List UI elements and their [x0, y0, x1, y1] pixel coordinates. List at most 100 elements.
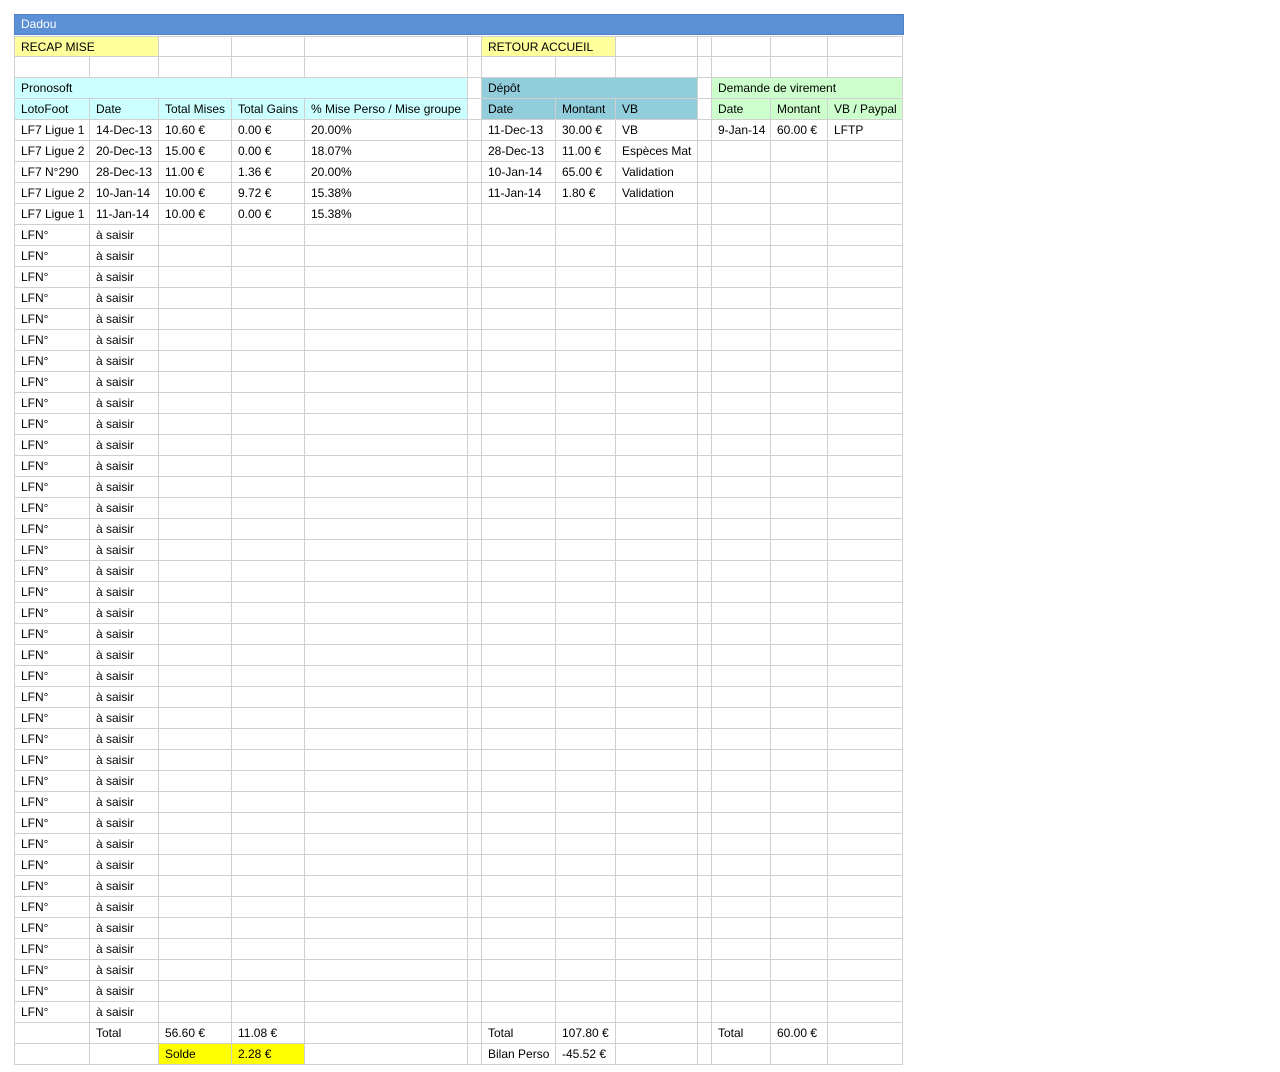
retour-accueil-link[interactable]: RETOUR ACCUEIL	[482, 36, 616, 57]
date-placeholder-cell[interactable]: à saisir	[90, 540, 159, 561]
pronosoft-cell[interactable]: 10-Jan-14	[90, 183, 159, 204]
lotofoot-placeholder-cell[interactable]: LFN°	[14, 309, 90, 330]
date-placeholder-cell[interactable]: à saisir	[90, 687, 159, 708]
lotofoot-placeholder-cell[interactable]: LFN°	[14, 288, 90, 309]
pronosoft-cell[interactable]: LF7 Ligue 1	[14, 204, 90, 225]
lotofoot-placeholder-cell[interactable]: LFN°	[14, 393, 90, 414]
pronosoft-cell[interactable]: 0.00 €	[232, 120, 305, 141]
pronosoft-cell[interactable]: 20.00%	[305, 120, 468, 141]
virement-cell[interactable]: LFTP	[828, 120, 903, 141]
pronosoft-cell[interactable]: 0.00 €	[232, 204, 305, 225]
date-placeholder-cell[interactable]: à saisir	[90, 246, 159, 267]
pronosoft-cell[interactable]: LF7 Ligue 2	[14, 183, 90, 204]
lotofoot-placeholder-cell[interactable]: LFN°	[14, 918, 90, 939]
pronosoft-cell[interactable]: 15.38%	[305, 204, 468, 225]
date-placeholder-cell[interactable]: à saisir	[90, 771, 159, 792]
virement-cell[interactable]: 60.00 €	[771, 120, 828, 141]
pronosoft-cell[interactable]: 18.07%	[305, 141, 468, 162]
depot-cell[interactable]: 11-Dec-13	[482, 120, 556, 141]
date-placeholder-cell[interactable]: à saisir	[90, 960, 159, 981]
date-placeholder-cell[interactable]: à saisir	[90, 666, 159, 687]
lotofoot-placeholder-cell[interactable]: LFN°	[14, 708, 90, 729]
depot-cell[interactable]: 28-Dec-13	[482, 141, 556, 162]
pronosoft-cell[interactable]: 1.36 €	[232, 162, 305, 183]
pronosoft-cell[interactable]: 10.60 €	[159, 120, 232, 141]
pronosoft-cell[interactable]: 9.72 €	[232, 183, 305, 204]
lotofoot-placeholder-cell[interactable]: LFN°	[14, 876, 90, 897]
date-placeholder-cell[interactable]: à saisir	[90, 561, 159, 582]
depot-cell[interactable]: 10-Jan-14	[482, 162, 556, 183]
lotofoot-placeholder-cell[interactable]: LFN°	[14, 414, 90, 435]
lotofoot-placeholder-cell[interactable]: LFN°	[14, 603, 90, 624]
pronosoft-cell[interactable]: 20.00%	[305, 162, 468, 183]
depot-cell[interactable]: Espèces Mat	[616, 141, 698, 162]
date-placeholder-cell[interactable]: à saisir	[90, 498, 159, 519]
date-placeholder-cell[interactable]: à saisir	[90, 414, 159, 435]
pronosoft-cell[interactable]: LF7 Ligue 2	[14, 141, 90, 162]
recap-mise-link[interactable]: RECAP MISE	[14, 36, 159, 57]
depot-cell[interactable]: 1.80 €	[556, 183, 616, 204]
date-placeholder-cell[interactable]: à saisir	[90, 435, 159, 456]
pronosoft-cell[interactable]: LF7 N°290	[14, 162, 90, 183]
date-placeholder-cell[interactable]: à saisir	[90, 288, 159, 309]
lotofoot-placeholder-cell[interactable]: LFN°	[14, 792, 90, 813]
lotofoot-placeholder-cell[interactable]: LFN°	[14, 435, 90, 456]
date-placeholder-cell[interactable]: à saisir	[90, 729, 159, 750]
date-placeholder-cell[interactable]: à saisir	[90, 750, 159, 771]
lotofoot-placeholder-cell[interactable]: LFN°	[14, 624, 90, 645]
date-placeholder-cell[interactable]: à saisir	[90, 1002, 159, 1023]
depot-cell[interactable]: 11.00 €	[556, 141, 616, 162]
lotofoot-placeholder-cell[interactable]: LFN°	[14, 246, 90, 267]
depot-cell[interactable]: 65.00 €	[556, 162, 616, 183]
date-placeholder-cell[interactable]: à saisir	[90, 309, 159, 330]
lotofoot-placeholder-cell[interactable]: LFN°	[14, 750, 90, 771]
lotofoot-placeholder-cell[interactable]: LFN°	[14, 582, 90, 603]
date-placeholder-cell[interactable]: à saisir	[90, 981, 159, 1002]
lotofoot-placeholder-cell[interactable]: LFN°	[14, 456, 90, 477]
pronosoft-cell[interactable]: 0.00 €	[232, 141, 305, 162]
date-placeholder-cell[interactable]: à saisir	[90, 624, 159, 645]
pronosoft-cell[interactable]: 15.38%	[305, 183, 468, 204]
pronosoft-cell[interactable]: LF7 Ligue 1	[14, 120, 90, 141]
date-placeholder-cell[interactable]: à saisir	[90, 876, 159, 897]
date-placeholder-cell[interactable]: à saisir	[90, 477, 159, 498]
lotofoot-placeholder-cell[interactable]: LFN°	[14, 897, 90, 918]
lotofoot-placeholder-cell[interactable]: LFN°	[14, 834, 90, 855]
lotofoot-placeholder-cell[interactable]: LFN°	[14, 267, 90, 288]
depot-cell[interactable]: Validation	[616, 162, 698, 183]
lotofoot-placeholder-cell[interactable]: LFN°	[14, 540, 90, 561]
lotofoot-placeholder-cell[interactable]: LFN°	[14, 372, 90, 393]
depot-cell[interactable]: 30.00 €	[556, 120, 616, 141]
pronosoft-cell[interactable]: 28-Dec-13	[90, 162, 159, 183]
date-placeholder-cell[interactable]: à saisir	[90, 708, 159, 729]
date-placeholder-cell[interactable]: à saisir	[90, 645, 159, 666]
lotofoot-placeholder-cell[interactable]: LFN°	[14, 330, 90, 351]
date-placeholder-cell[interactable]: à saisir	[90, 351, 159, 372]
lotofoot-placeholder-cell[interactable]: LFN°	[14, 498, 90, 519]
date-placeholder-cell[interactable]: à saisir	[90, 519, 159, 540]
lotofoot-placeholder-cell[interactable]: LFN°	[14, 813, 90, 834]
lotofoot-placeholder-cell[interactable]: LFN°	[14, 939, 90, 960]
date-placeholder-cell[interactable]: à saisir	[90, 897, 159, 918]
date-placeholder-cell[interactable]: à saisir	[90, 855, 159, 876]
lotofoot-placeholder-cell[interactable]: LFN°	[14, 645, 90, 666]
date-placeholder-cell[interactable]: à saisir	[90, 813, 159, 834]
pronosoft-cell[interactable]: 20-Dec-13	[90, 141, 159, 162]
lotofoot-placeholder-cell[interactable]: LFN°	[14, 225, 90, 246]
lotofoot-placeholder-cell[interactable]: LFN°	[14, 477, 90, 498]
date-placeholder-cell[interactable]: à saisir	[90, 372, 159, 393]
lotofoot-placeholder-cell[interactable]: LFN°	[14, 561, 90, 582]
depot-cell[interactable]: Validation	[616, 183, 698, 204]
date-placeholder-cell[interactable]: à saisir	[90, 267, 159, 288]
lotofoot-placeholder-cell[interactable]: LFN°	[14, 519, 90, 540]
lotofoot-placeholder-cell[interactable]: LFN°	[14, 771, 90, 792]
pronosoft-cell[interactable]: 10.00 €	[159, 183, 232, 204]
lotofoot-placeholder-cell[interactable]: LFN°	[14, 351, 90, 372]
pronosoft-cell[interactable]: 11.00 €	[159, 162, 232, 183]
lotofoot-placeholder-cell[interactable]: LFN°	[14, 1002, 90, 1023]
pronosoft-cell[interactable]: 15.00 €	[159, 141, 232, 162]
lotofoot-placeholder-cell[interactable]: LFN°	[14, 666, 90, 687]
virement-cell[interactable]: 9-Jan-14	[712, 120, 771, 141]
lotofoot-placeholder-cell[interactable]: LFN°	[14, 981, 90, 1002]
date-placeholder-cell[interactable]: à saisir	[90, 582, 159, 603]
